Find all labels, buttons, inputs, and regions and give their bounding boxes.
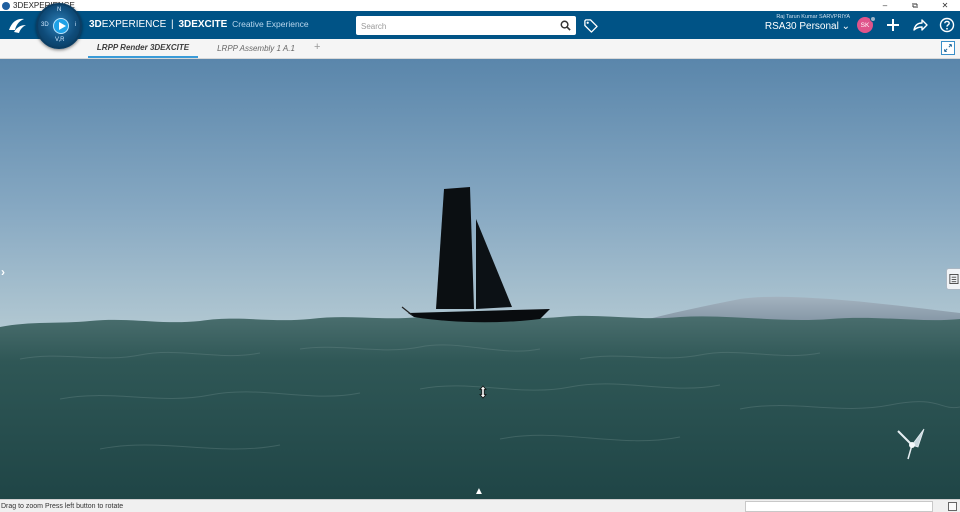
search-icon[interactable] — [560, 20, 571, 31]
compass-north-label[interactable]: N — [57, 7, 61, 13]
status-icon[interactable] — [948, 502, 957, 511]
brand-prefix-rest: EXPERIENCE — [101, 19, 167, 30]
brand-prefix-bold: 3D — [89, 19, 102, 30]
brand-app-name: 3DEXCITE — [178, 19, 228, 30]
collab-space-label: RSA30 Personal — [764, 21, 839, 32]
search-box[interactable] — [356, 16, 576, 36]
top-bar: 3DEXPERIENCE | 3DEXCITE Creative Experie… — [0, 11, 960, 39]
tab-label: LRPP Render 3DEXCITE — [96, 43, 190, 52]
window-titlebar: 3DEXPERIENCE – ⧉ ✕ — [0, 0, 960, 11]
share-icon[interactable] — [912, 17, 928, 33]
tag-icon[interactable] — [583, 18, 598, 33]
compass-mini-icon[interactable] — [890, 423, 930, 463]
brand-app-subtitle: Creative Experience — [232, 19, 309, 29]
tab-lrpp-assembly[interactable]: LRPP Assembly 1 A.1 — [208, 39, 304, 58]
status-message: Drag to zoom Press left button to rotate — [1, 502, 124, 510]
app-logo-icon — [2, 1, 10, 10]
search-input[interactable] — [356, 17, 546, 36]
minimize-button[interactable]: – — [870, 0, 900, 11]
collab-space-selector[interactable]: RSA30 Personal ⌄ — [752, 21, 850, 32]
window-controls: – ⧉ ✕ — [870, 0, 960, 11]
plus-icon[interactable] — [885, 17, 901, 33]
expand-icon[interactable] — [941, 41, 955, 55]
chevron-right-icon[interactable]: › — [1, 265, 5, 279]
avatar-badge — [870, 16, 876, 22]
brand-title: 3DEXPERIENCE | 3DEXCITE Creative Experie… — [89, 19, 309, 30]
move-cursor-icon — [479, 385, 487, 399]
brand-separator: | — [171, 19, 174, 30]
compass-widget[interactable]: N 3D i V,R — [36, 3, 82, 49]
restore-button[interactable]: ⧉ — [900, 0, 930, 11]
chevron-down-icon: ⌄ — [841, 21, 850, 32]
tab-strip: LRPP Render 3DEXCITE LRPP Assembly 1 A.1… — [0, 39, 960, 59]
compass-west-label[interactable]: 3D — [41, 22, 49, 28]
3d-viewport[interactable]: › ▲ — [0, 59, 960, 499]
dassault-logo-icon[interactable] — [6, 15, 28, 35]
compass-south-label[interactable]: V,R — [55, 37, 64, 43]
user-menu[interactable]: Raj Tarun Kumar SARVPRIYA RSA30 Personal… — [752, 14, 850, 32]
help-icon[interactable] — [939, 17, 955, 33]
add-tab-button[interactable]: + — [314, 41, 320, 53]
panel-icon[interactable] — [946, 268, 960, 290]
tab-label: LRPP Assembly 1 A.1 — [217, 44, 295, 53]
status-bar: Drag to zoom Press left button to rotate — [0, 499, 960, 512]
close-button[interactable]: ✕ — [930, 0, 960, 11]
play-icon[interactable] — [53, 18, 69, 34]
user-name: Raj Tarun Kumar SARVPRIYA — [776, 14, 850, 20]
tab-lrpp-render[interactable]: LRPP Render 3DEXCITE — [88, 39, 198, 58]
command-input[interactable] — [745, 501, 933, 512]
compass-east-label[interactable]: i — [75, 22, 76, 28]
chevron-up-icon[interactable]: ▲ — [474, 486, 484, 497]
render-scene[interactable] — [0, 59, 960, 499]
